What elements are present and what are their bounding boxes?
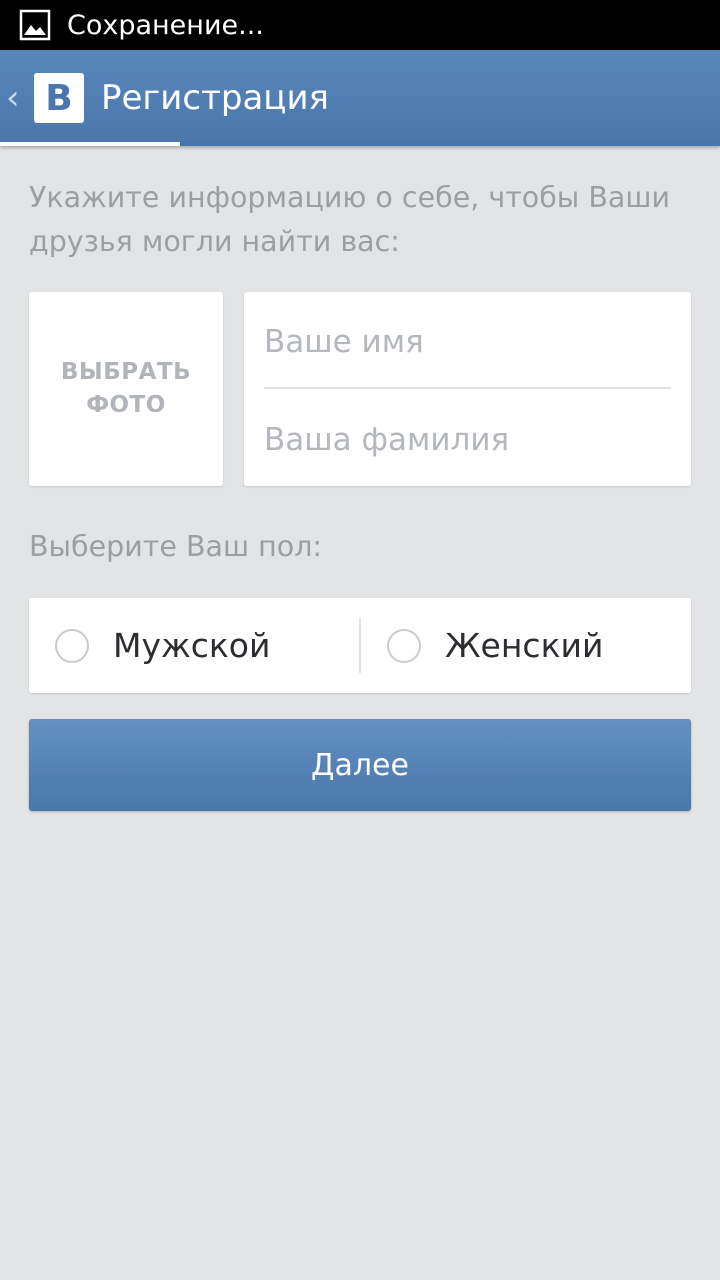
last-name-field[interactable] [264, 410, 671, 470]
choose-photo-label: ВЫБРАТЬ ФОТО [60, 359, 192, 418]
next-button[interactable]: Далее [29, 719, 691, 811]
intro-text: Укажите информацию о себе, чтобы Ваши др… [29, 181, 670, 258]
first-name-field[interactable] [264, 312, 671, 372]
radio-female[interactable] [387, 628, 421, 663]
gender-male-label: Мужской [113, 626, 271, 665]
gender-male-option[interactable]: Мужской [55, 598, 270, 693]
status-text: Сохранение... [67, 9, 264, 41]
page-title: Регистрация [101, 78, 329, 118]
gender-selector: Мужской Женский [29, 598, 691, 693]
choose-photo-button[interactable]: ВЫБРАТЬ ФОТО [29, 292, 223, 486]
gender-female-option[interactable]: Женский [387, 598, 603, 693]
vk-logo[interactable]: B [34, 73, 84, 123]
gender-divider [359, 618, 361, 673]
name-divider [264, 387, 671, 389]
radio-male[interactable] [55, 628, 89, 663]
gender-label: Выберите Ваш пол: [29, 530, 323, 563]
gender-female-label: Женский [445, 626, 604, 665]
action-bar: ‹ B Регистрация [0, 50, 720, 146]
title-underline [0, 142, 180, 146]
name-card [244, 292, 691, 486]
image-icon [19, 9, 51, 41]
status-bar: Сохранение... [0, 0, 720, 50]
chevron-left-icon[interactable]: ‹ [6, 78, 20, 118]
